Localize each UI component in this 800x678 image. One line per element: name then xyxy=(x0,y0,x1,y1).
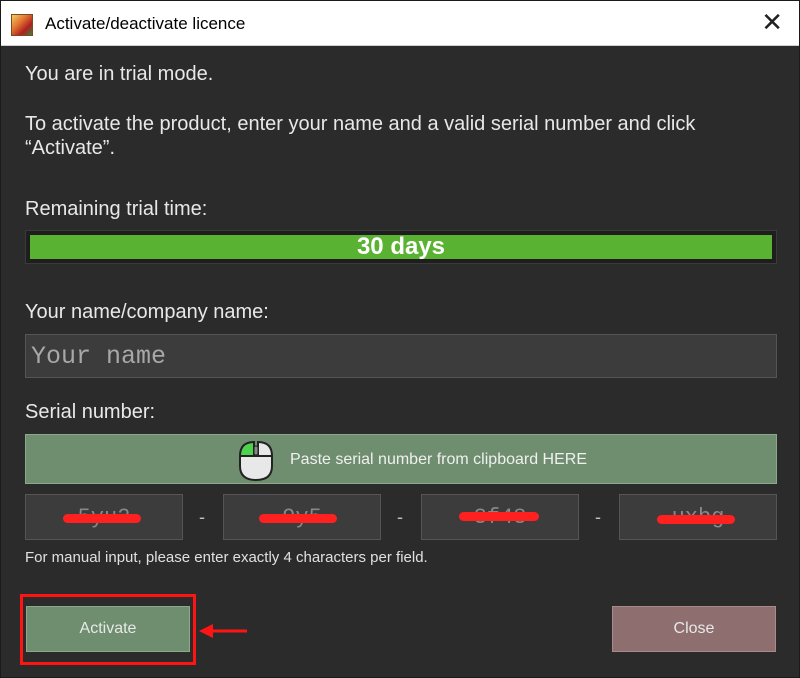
remaining-trial-label: Remaining trial time: xyxy=(25,198,208,220)
trial-status-text: You are in trial mode. xyxy=(25,63,214,85)
licence-dialog: Activate/deactivate licence ✕ You are in… xyxy=(0,0,800,678)
annotation-arrow-icon xyxy=(199,624,247,638)
manual-input-hint: For manual input, please enter exactly 4… xyxy=(25,549,428,566)
serial-separator: - xyxy=(397,507,403,527)
serial-separator: - xyxy=(199,507,205,527)
app-logo-icon xyxy=(11,14,33,36)
serial-separator: - xyxy=(595,507,601,527)
activation-instructions: To activate the product, enter your name… xyxy=(25,113,696,159)
serial-field-1[interactable] xyxy=(25,494,183,540)
paste-serial-button[interactable]: Paste serial number from clipboard HERE xyxy=(25,434,777,484)
window-close-icon[interactable]: ✕ xyxy=(761,9,783,35)
close-button[interactable]: Close xyxy=(612,606,776,652)
window-title: Activate/deactivate licence xyxy=(45,14,246,33)
name-label: Your name/company name: xyxy=(25,301,269,323)
mouse-icon xyxy=(238,440,274,482)
name-input[interactable] xyxy=(25,334,777,378)
paste-serial-label: Paste serial number from clipboard HERE xyxy=(290,451,588,468)
title-bar: Activate/deactivate licence ✕ xyxy=(1,1,799,46)
trial-remaining-value: 30 days xyxy=(356,233,446,260)
trial-progress-bar: 30 days xyxy=(25,230,777,264)
serial-field-3[interactable] xyxy=(421,494,579,540)
serial-field-4[interactable] xyxy=(619,494,777,540)
serial-number-label: Serial number: xyxy=(25,401,156,423)
serial-field-2[interactable] xyxy=(223,494,381,540)
activate-button[interactable]: Activate xyxy=(26,606,190,652)
